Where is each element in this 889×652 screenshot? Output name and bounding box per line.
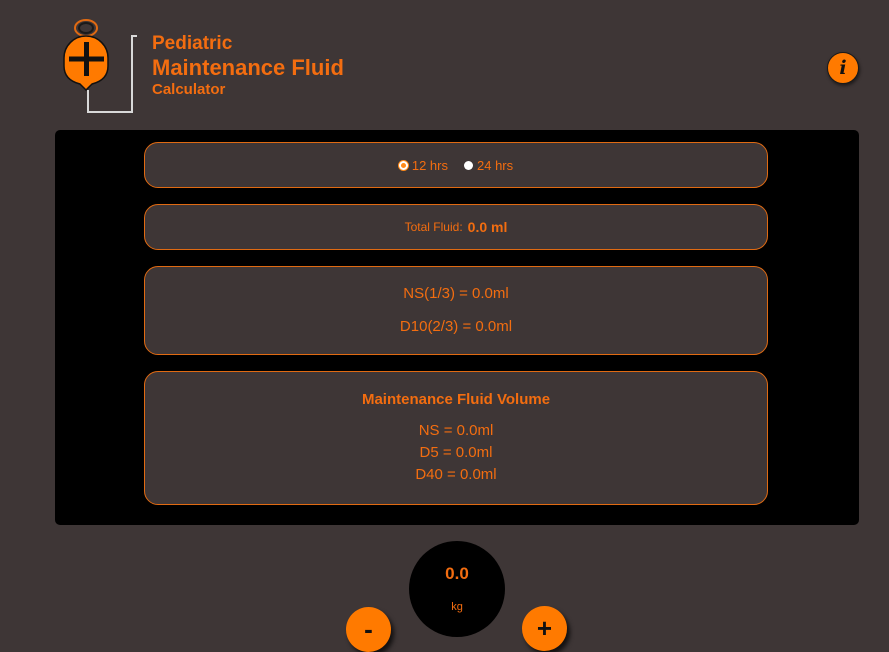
radio-24-hrs[interactable]: 24 hrs [464,158,513,173]
increase-weight-button[interactable]: + [522,606,567,651]
maintenance-d40-value: D40 = 0.0ml [415,466,497,483]
title-line-maintenance-fluid: Maintenance Fluid [152,55,344,80]
maintenance-volume-title: Maintenance Fluid Volume [361,391,551,408]
radio-checked-icon[interactable] [398,160,408,170]
iv-bag-plus-icon [63,19,137,113]
maintenance-volume-card: Maintenance Fluid Volume NS = 0.0ml D5 =… [144,371,768,505]
app-title: Pediatric Maintenance Fluid Calculator [152,33,344,99]
weight-unit: kg [451,601,463,613]
title-line-calculator: Calculator [152,81,226,98]
results-panel: 12 hrs 24 hrs Total Fluid: 0.0 ml NS(1/3… [55,130,859,525]
info-icon: i [839,57,847,79]
app-root: Pediatric Maintenance Fluid Calculator i… [0,0,889,652]
total-fluid-value: 0.0 ml [467,219,508,235]
decrease-weight-button[interactable]: - [346,607,391,652]
weight-value: 0.0 [445,564,469,583]
maintenance-ns-value: NS = 0.0ml [418,422,494,439]
radio-12-hrs[interactable]: 12 hrs [398,157,448,173]
radio-24-hrs-label: 24 hrs [477,157,514,173]
weight-display: 0.0 kg [409,541,505,637]
title-line-pediatric: Pediatric [152,33,233,54]
radio-unchecked-icon[interactable] [464,160,473,170]
ratio-card: NS(1/3) = 0.0ml D10(2/3) = 0.0ml [144,266,768,355]
period-selector: 12 hrs 24 hrs [144,142,768,188]
radio-12-hrs-label: 12 hrs [411,157,448,173]
ns-ratio-value: NS(1/3) = 0.0ml [403,285,509,302]
total-fluid-card: Total Fluid: 0.0 ml [144,204,768,250]
info-button[interactable]: i [827,52,859,84]
d10-ratio-value: D10(2/3) = 0.0ml [399,318,513,335]
total-fluid-label: Total Fluid: [404,220,463,234]
maintenance-d5-value: D5 = 0.0ml [419,444,493,461]
